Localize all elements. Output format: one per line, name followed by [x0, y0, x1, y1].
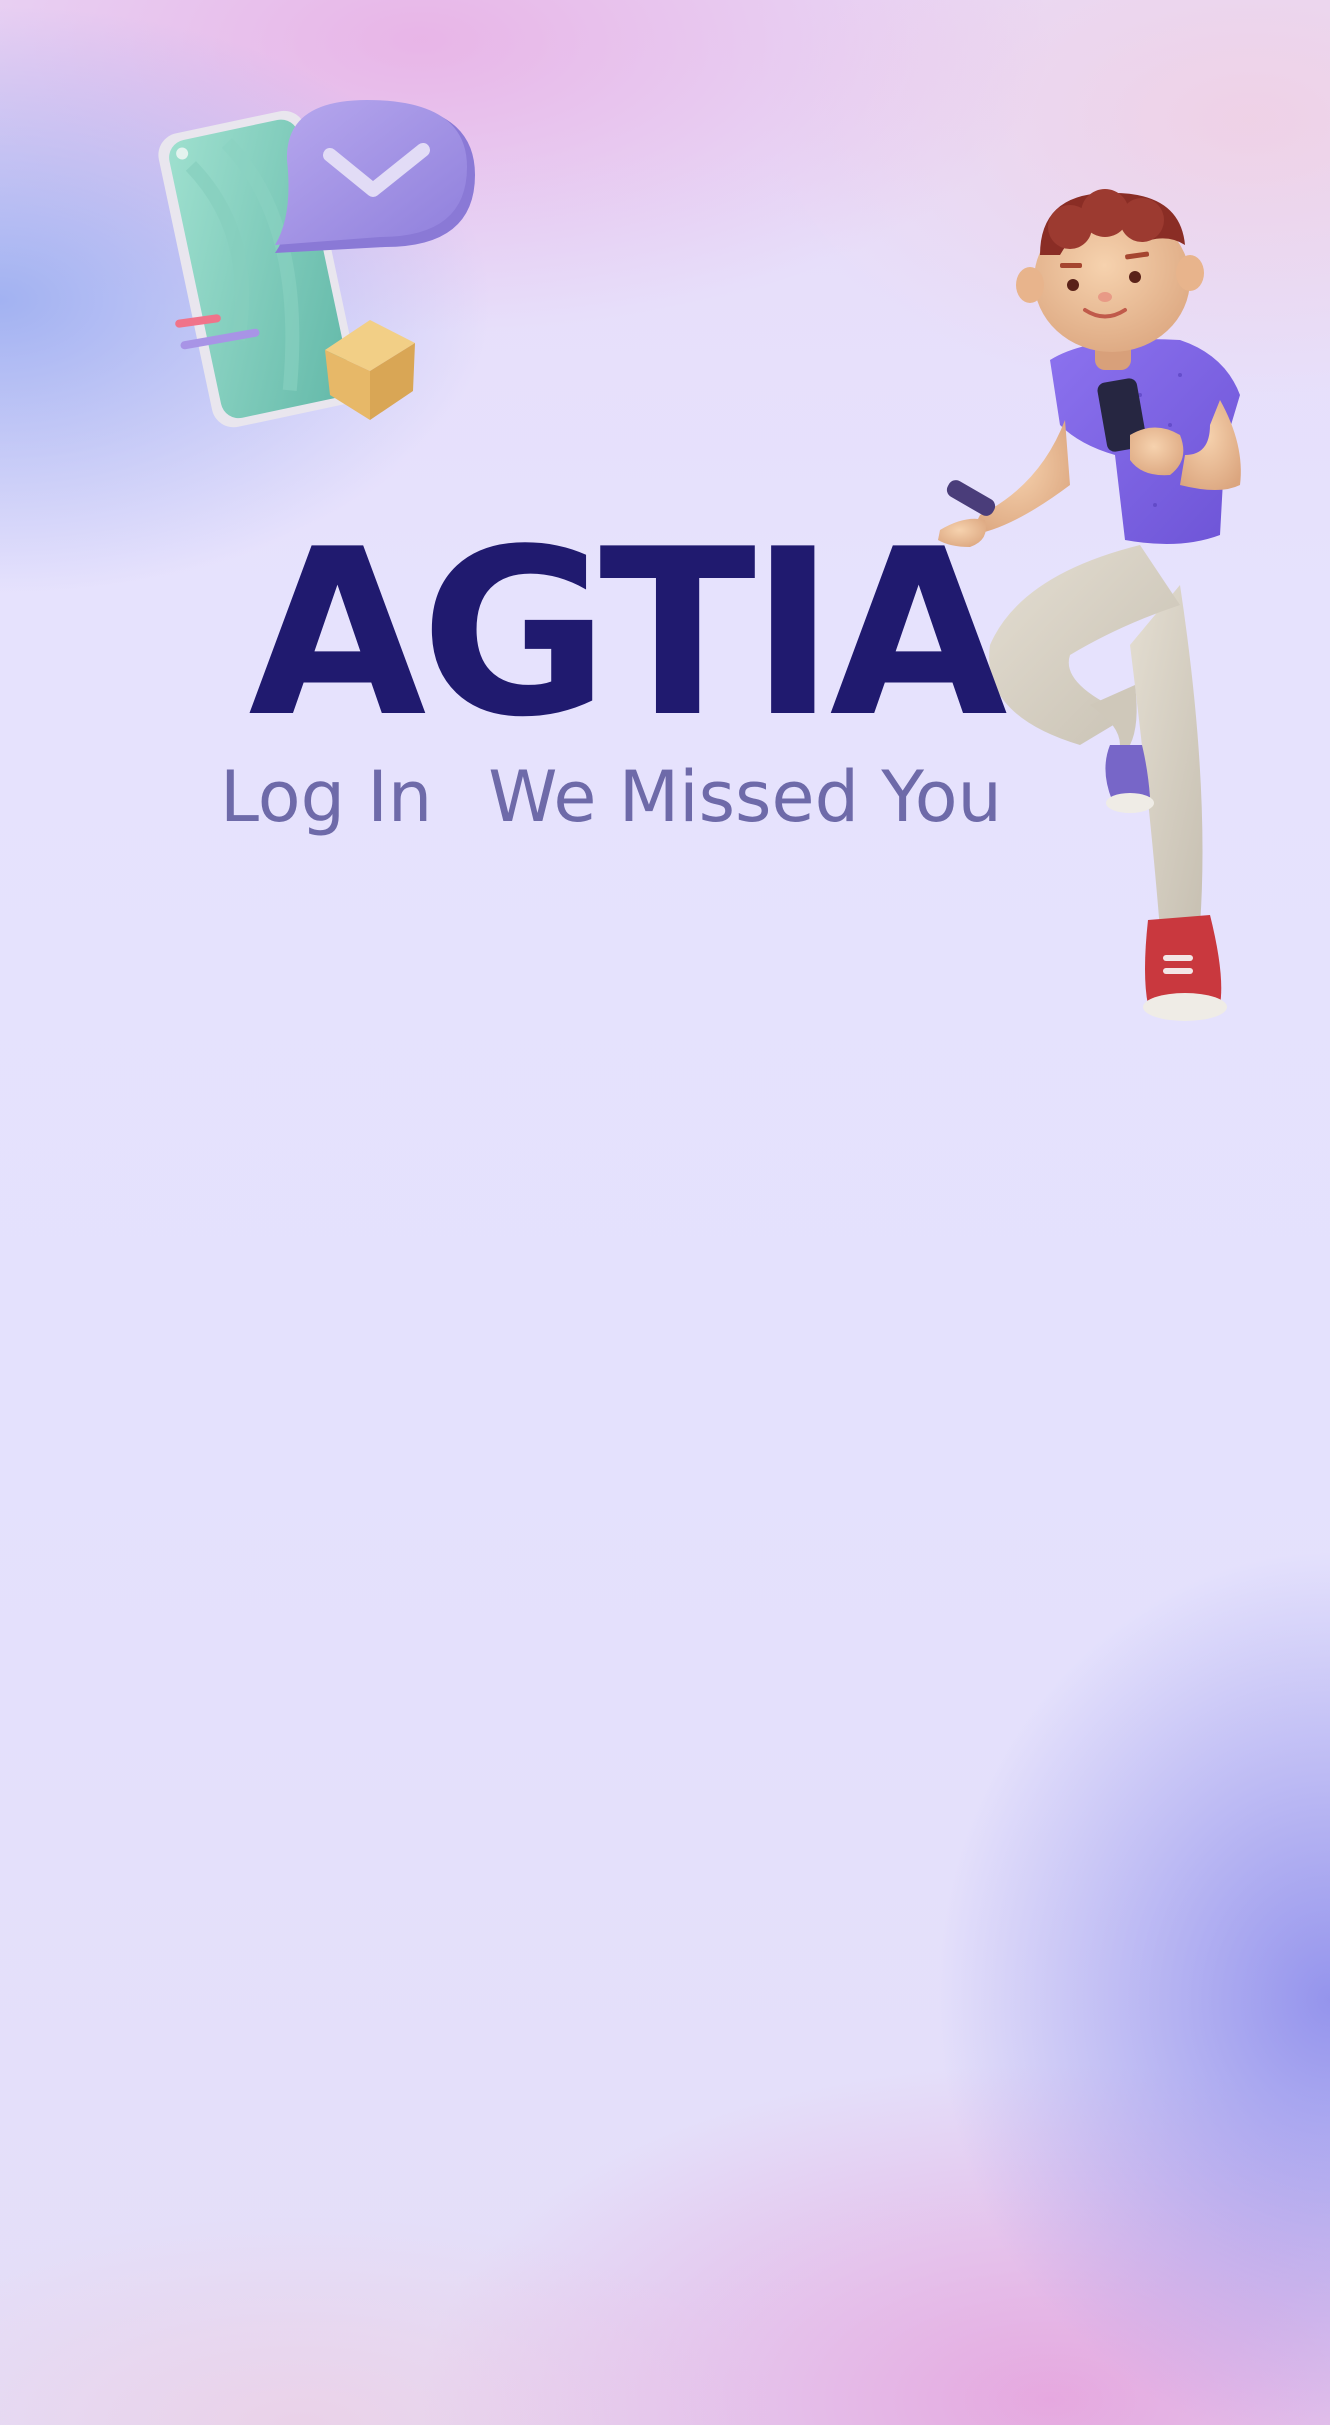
login-tagline: We Missed You [488, 756, 1002, 838]
brand-title-text: AGTIA [248, 501, 1007, 768]
login-label: Log In [220, 756, 433, 838]
login-subtitle: Log In We Missed You [220, 755, 1002, 839]
brand-title: AGTIA [0, 520, 1330, 750]
phone-check-illustration [158, 100, 475, 428]
